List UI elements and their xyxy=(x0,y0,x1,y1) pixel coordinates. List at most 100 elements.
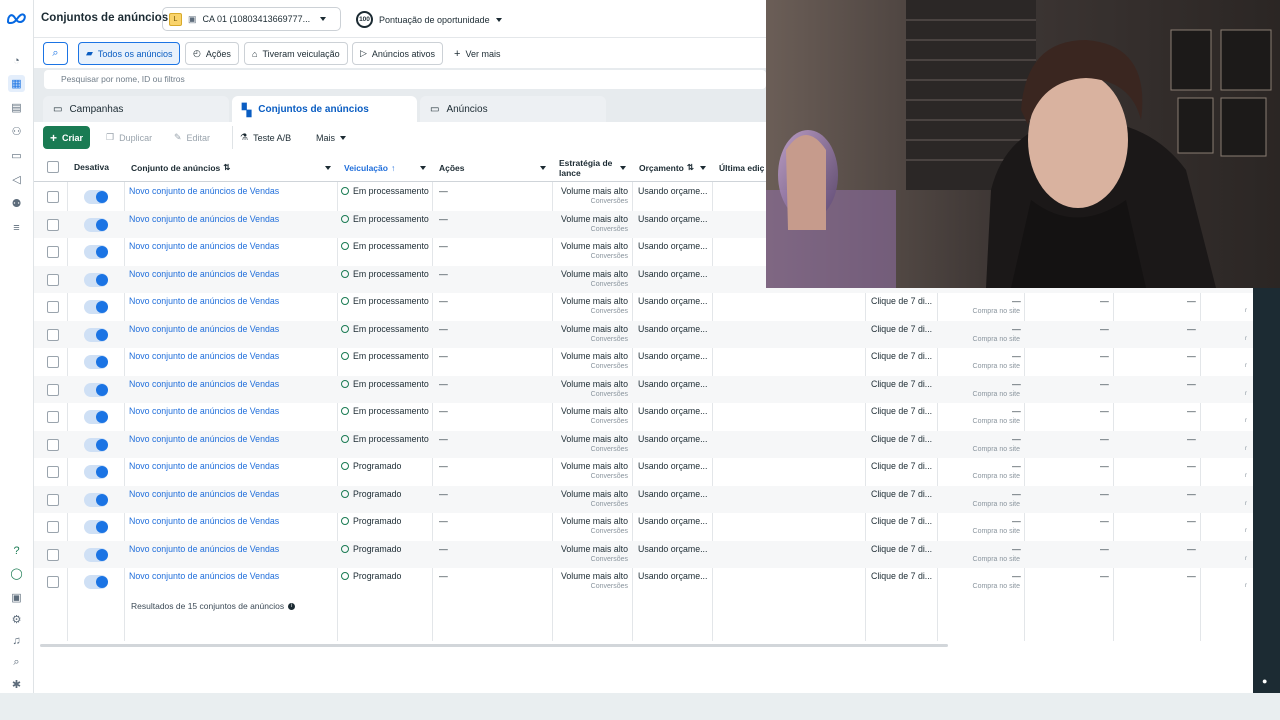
column-header-bid-strategy[interactable]: Estratégia de lance xyxy=(553,153,632,182)
column-header-last-edit[interactable]: Última ediç xyxy=(713,153,766,182)
column-header-off-on[interactable]: Desativa xyxy=(68,153,124,182)
row-checkbox[interactable] xyxy=(47,383,59,396)
row-checkbox[interactable] xyxy=(47,438,59,451)
row-on-off-toggle[interactable] xyxy=(84,327,108,342)
tab-adsets[interactable]: ▚ Conjuntos de anúncios xyxy=(232,96,417,123)
column-header-actions[interactable]: Ações xyxy=(433,153,552,182)
adset-name-link[interactable]: Novo conjunto de anúncios de Vendas xyxy=(129,571,279,581)
menu-icon[interactable]: ≡ xyxy=(8,219,25,236)
row-checkbox[interactable] xyxy=(47,246,59,258)
adset-name-link[interactable]: Novo conjunto de anúncios de Vendas xyxy=(129,461,279,471)
adset-name-link[interactable]: Novo conjunto de anúncios de Vendas xyxy=(129,324,279,334)
billing-icon[interactable]: ▭ xyxy=(8,147,25,164)
table-row[interactable]: Novo conjunto de anúncios de Vendas Progr… xyxy=(34,540,1253,568)
tab-ads[interactable]: ▭ Anúncios xyxy=(420,96,606,123)
tab-campaigns[interactable]: ▭ Campanhas xyxy=(43,96,229,123)
duplicate-button[interactable]: ❐ Duplicar xyxy=(99,126,159,149)
row-on-off-toggle[interactable] xyxy=(84,547,108,562)
table-icon[interactable]: ▦ xyxy=(8,75,25,92)
table-row[interactable]: Novo conjunto de anúncios de Vendas Em pr… xyxy=(34,430,1253,458)
bug-icon[interactable]: ✱ xyxy=(8,676,25,693)
microphone-icon[interactable]: ● xyxy=(1262,676,1267,686)
row-checkbox[interactable] xyxy=(47,548,59,561)
document-icon[interactable]: ▤ xyxy=(8,99,25,116)
adset-name-link[interactable]: Novo conjunto de anúncios de Vendas xyxy=(129,406,279,416)
row-checkbox[interactable] xyxy=(47,328,59,341)
people-settings-icon[interactable]: ⚉ xyxy=(8,195,25,212)
filter-more-button[interactable]: + Ver mais xyxy=(447,42,508,65)
table-row[interactable]: Novo conjunto de anúncios de Vendas Em pr… xyxy=(34,403,1253,431)
row-on-off-toggle[interactable] xyxy=(84,300,108,314)
row-on-off-toggle[interactable] xyxy=(84,437,108,452)
select-all-checkbox[interactable] xyxy=(47,161,59,173)
adset-name-link[interactable]: Novo conjunto de anúncios de Vendas xyxy=(129,379,279,389)
megaphone-icon[interactable]: ◁ xyxy=(8,171,25,188)
report-icon[interactable]: ▣ xyxy=(8,589,25,606)
row-on-off-toggle[interactable] xyxy=(84,355,108,369)
search-toggle-button[interactable]: ⌕ xyxy=(43,42,68,65)
row-checkbox[interactable] xyxy=(47,576,59,588)
row-checkbox[interactable] xyxy=(47,218,59,231)
row-on-off-toggle[interactable] xyxy=(84,382,108,397)
horizontal-scrollbar[interactable] xyxy=(40,644,948,647)
adset-name-link[interactable]: Novo conjunto de anúncios de Vendas xyxy=(129,544,279,554)
table-row[interactable]: Novo conjunto de anúncios de Vendas Em pr… xyxy=(34,348,1253,376)
filter-delivered[interactable]: ⌂ Tiveram veiculação xyxy=(244,42,348,65)
filter-actions[interactable]: ◴ Ações xyxy=(185,42,239,65)
more-button[interactable]: Mais xyxy=(309,126,353,149)
row-checkbox[interactable] xyxy=(47,273,59,286)
column-header-budget[interactable]: Orçamento ⇅ xyxy=(633,153,712,182)
row-on-off-toggle[interactable] xyxy=(84,465,108,479)
filter-active-ads[interactable]: ▷ Anúncios ativos xyxy=(352,42,443,65)
adset-name-link[interactable]: Novo conjunto de anúncios de Vendas xyxy=(129,351,279,361)
row-checkbox[interactable] xyxy=(47,521,59,533)
table-row[interactable]: Novo conjunto de anúncios de Vendas Progr… xyxy=(34,568,1253,596)
adset-name-link[interactable]: Novo conjunto de anúncios de Vendas xyxy=(129,489,279,499)
gear-icon[interactable]: ⚙ xyxy=(8,611,25,628)
table-row[interactable]: Novo conjunto de anúncios de Vendas Progr… xyxy=(34,513,1253,541)
adset-name-link[interactable]: Novo conjunto de anúncios de Vendas xyxy=(129,516,279,526)
table-row[interactable]: Novo conjunto de anúncios de Vendas Progr… xyxy=(34,458,1253,486)
row-checkbox[interactable] xyxy=(47,466,59,478)
row-on-off-toggle[interactable] xyxy=(84,520,108,534)
help-icon[interactable]: ? xyxy=(8,542,25,559)
adset-name-link[interactable]: Novo conjunto de anúncios de Vendas xyxy=(129,186,279,196)
row-on-off-toggle[interactable] xyxy=(84,245,108,259)
ab-test-button[interactable]: ⚗ Teste A/B xyxy=(232,126,298,149)
adset-name-link[interactable]: Novo conjunto de anúncios de Vendas xyxy=(129,269,279,279)
row-on-off-toggle[interactable] xyxy=(84,217,108,232)
row-checkbox[interactable] xyxy=(47,191,59,203)
adset-name-link[interactable]: Novo conjunto de anúncios de Vendas xyxy=(129,214,279,224)
create-button[interactable]: + Criar xyxy=(43,126,91,149)
table-row[interactable]: Novo conjunto de anúncios de Vendas Progr… xyxy=(34,485,1253,513)
opportunity-score-button[interactable]: 100 Pontuação de oportunidade xyxy=(356,11,502,28)
adset-name-link[interactable]: Novo conjunto de anúncios de Vendas xyxy=(129,296,279,306)
edit-button[interactable]: ✎ Editar xyxy=(167,126,217,149)
table-row[interactable]: Novo conjunto de anúncios de Vendas Em pr… xyxy=(34,293,1253,321)
row-on-off-toggle[interactable] xyxy=(84,492,108,507)
row-on-off-toggle[interactable] xyxy=(84,575,108,589)
column-header-delivery[interactable]: Veiculação ↑ xyxy=(338,153,432,182)
column-header-name[interactable]: Conjunto de anúncios ⇅ xyxy=(125,153,337,182)
row-checkbox[interactable] xyxy=(47,411,59,423)
table-row[interactable]: Novo conjunto de anúncios de Vendas Em pr… xyxy=(34,320,1253,348)
search-icon[interactable]: ⌕ xyxy=(8,654,25,671)
audience-icon[interactable]: ⚇ xyxy=(8,123,25,140)
adset-name-link[interactable]: Novo conjunto de anúncios de Vendas xyxy=(129,434,279,444)
row-on-off-toggle[interactable] xyxy=(84,410,108,424)
meta-logo-icon[interactable] xyxy=(5,10,29,26)
chat-icon[interactable]: ◯ xyxy=(8,565,25,582)
row-checkbox[interactable] xyxy=(47,356,59,368)
row-checkbox[interactable] xyxy=(47,301,59,313)
row-on-off-toggle[interactable] xyxy=(84,272,108,287)
filter-all-ads[interactable]: ▰ Todos os anúncios xyxy=(78,42,181,65)
search-input[interactable]: Pesquisar por nome, ID ou filtros xyxy=(44,70,766,89)
ad-account-selector[interactable]: L ▣ CA 01 (10803413669777... xyxy=(162,7,341,31)
row-checkbox[interactable] xyxy=(47,493,59,506)
info-icon[interactable]: i xyxy=(288,602,296,610)
adset-name-link[interactable]: Novo conjunto de anúncios de Vendas xyxy=(129,241,279,251)
gauge-icon[interactable]: ◔ xyxy=(8,52,25,69)
table-row[interactable]: Novo conjunto de anúncios de Vendas Em pr… xyxy=(34,375,1253,403)
row-on-off-toggle[interactable] xyxy=(84,190,108,204)
bell-icon[interactable]: ♫ xyxy=(8,632,25,649)
